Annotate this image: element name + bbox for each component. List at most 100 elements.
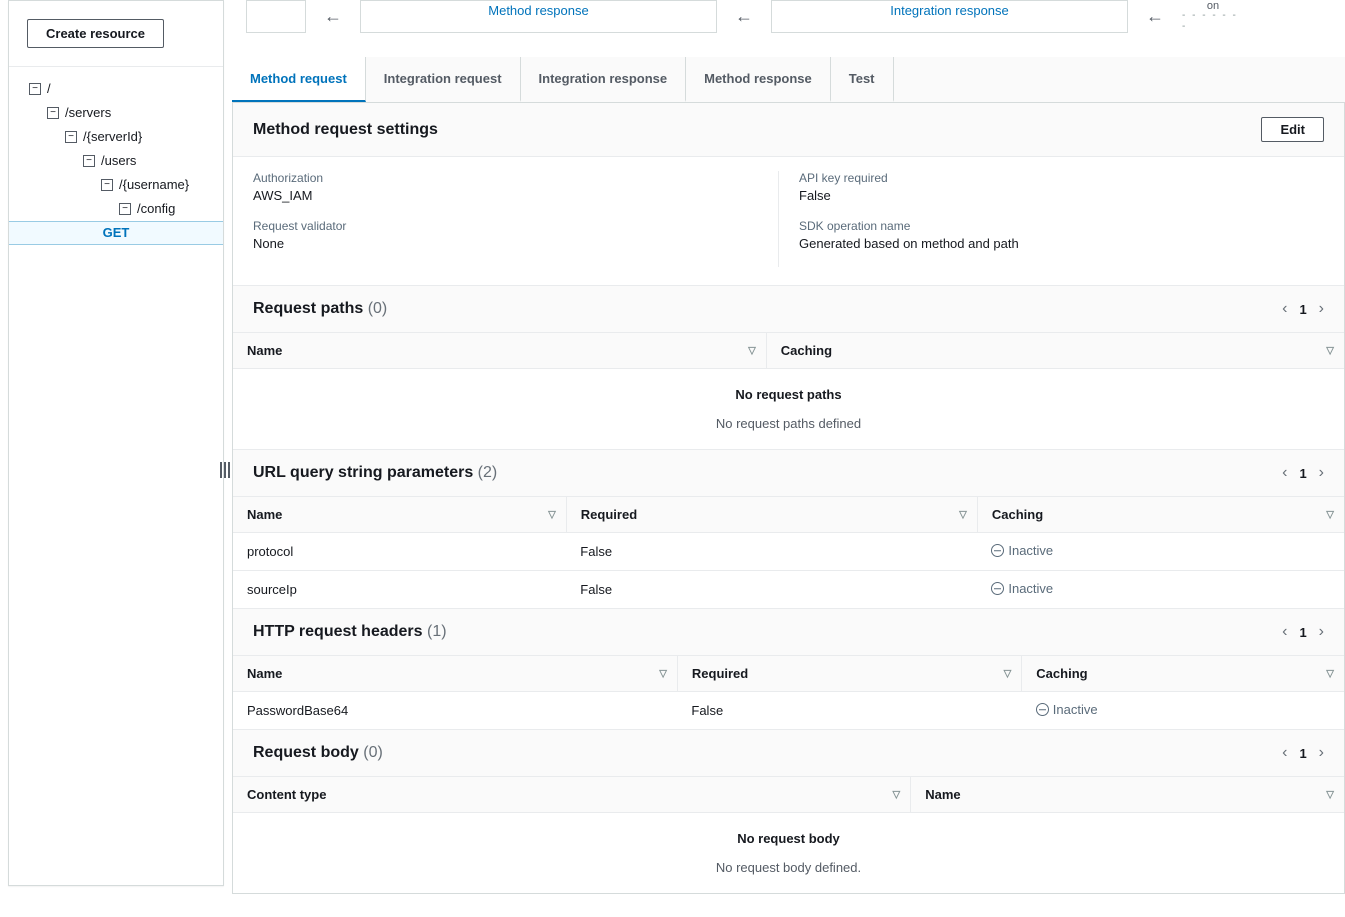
col-caching[interactable]: Caching▽ [766,333,1344,369]
sort-icon: ▽ [1004,668,1012,679]
resource-tree: −/−/servers−/{serverId}−/users−/{usernam… [9,67,223,245]
tree-label: /users [101,149,136,173]
prev-page-icon[interactable]: ‹ [1282,300,1287,318]
tab-method-response[interactable]: Method response [686,57,831,102]
inactive-icon [1036,703,1049,716]
tab-integration-response[interactable]: Integration response [521,57,687,102]
request-body-table: Content type▽ Name▽ [233,777,1344,813]
cell-caching: Inactive [977,571,1344,609]
request-body-title: Request body [253,744,359,761]
tree-label: /{serverId} [83,125,142,149]
col-name[interactable]: Name▽ [233,497,566,533]
table-row: protocolFalseInactive [233,533,1344,571]
table-row: sourceIpFalseInactive [233,571,1344,609]
next-page-icon[interactable]: › [1319,464,1324,482]
collapse-icon[interactable]: − [119,203,131,215]
method-tabs: Method requestIntegration requestIntegra… [232,57,1345,103]
col-required[interactable]: Required▽ [566,497,977,533]
prev-page-icon[interactable]: ‹ [1282,464,1287,482]
sort-icon: ▽ [748,345,756,356]
flow-card-method-response[interactable]: Method response [360,0,717,33]
col-required[interactable]: Required▽ [677,656,1021,692]
section-header-query-params: URL query string parameters (2) ‹ 1 › [233,449,1344,497]
sort-icon: ▽ [1326,668,1334,679]
resource-tree-sidebar: Create resource −/−/servers−/{serverId}−… [8,0,224,886]
tab-test[interactable]: Test [831,57,894,102]
cell-required: False [677,692,1021,730]
col-name[interactable]: Name▽ [911,777,1344,813]
pager: ‹ 1 › [1282,744,1324,762]
arrow-left-icon: ← [1128,0,1182,33]
status-inactive: Inactive [991,581,1053,596]
edit-settings-button[interactable]: Edit [1261,117,1324,142]
sort-icon: ▽ [959,509,967,520]
sort-icon: ▽ [893,789,901,800]
query-params-title: URL query string parameters [253,464,473,481]
tree-node[interactable]: −/users [9,149,223,173]
apikey-value: False [799,188,1324,203]
request-paths-table: Name▽ Caching▽ [233,333,1344,369]
section-header-request-body: Request body (0) ‹ 1 › [233,729,1344,777]
cell-required: False [566,571,977,609]
tree-node[interactable]: −/{serverId} [9,125,223,149]
split-drag-handle[interactable] [220,462,230,478]
authorization-value: AWS_IAM [253,188,778,203]
collapse-icon[interactable]: − [29,83,41,95]
tree-node[interactable]: −/ [9,77,223,101]
sort-icon: ▽ [1326,789,1334,800]
request-paths-count: (0) [368,300,388,317]
empty-subtitle: No request paths defined [233,416,1344,431]
empty-title: No request body [233,831,1344,846]
pager: ‹ 1 › [1282,464,1324,482]
tree-label: /servers [65,101,111,125]
arrow-left-icon: ← [306,0,360,33]
next-page-icon[interactable]: › [1319,744,1324,762]
sort-icon: ▽ [1326,345,1334,356]
status-inactive: Inactive [991,543,1053,558]
method-request-panel: Method request settings Edit Authorizati… [232,103,1345,894]
page-number: 1 [1299,466,1306,481]
tree-label: /{username} [119,173,189,197]
col-caching[interactable]: Caching▽ [1022,656,1344,692]
sort-icon: ▽ [548,509,556,520]
sort-icon: ▽ [659,668,667,679]
request-body-count: (0) [363,744,383,761]
collapse-icon[interactable]: − [101,179,113,191]
flow-card-endpoint: on - - - - - - - [1182,0,1244,33]
tree-method-get[interactable]: GET [9,221,223,245]
next-page-icon[interactable]: › [1319,623,1324,641]
section-header-settings: Method request settings Edit [233,103,1344,157]
method-flow-cards: ← Method response ← Integration response… [232,0,1345,33]
collapse-icon[interactable]: − [47,107,59,119]
pager: ‹ 1 › [1282,300,1324,318]
page-number: 1 [1299,625,1306,640]
tree-label: / [47,77,51,101]
request-paths-title: Request paths [253,300,363,317]
inactive-icon [991,582,1004,595]
status-inactive: Inactive [1036,702,1098,717]
field-label: Authorization [253,171,778,185]
cell-required: False [566,533,977,571]
field-label: SDK operation name [799,219,1324,233]
col-caching[interactable]: Caching▽ [977,497,1344,533]
tree-label: GET [103,221,130,245]
tree-node[interactable]: −/servers [9,101,223,125]
col-content-type[interactable]: Content type▽ [233,777,911,813]
tree-node[interactable]: −/{username} [9,173,223,197]
create-resource-button[interactable]: Create resource [27,19,164,48]
page-number: 1 [1299,302,1306,317]
tab-integration-request[interactable]: Integration request [366,57,521,102]
flow-card-blank [246,0,306,33]
tree-node[interactable]: −/config [9,197,223,221]
flow-card-integration-response[interactable]: Integration response [771,0,1128,33]
prev-page-icon[interactable]: ‹ [1282,744,1287,762]
col-name[interactable]: Name▽ [233,656,677,692]
tab-method-request[interactable]: Method request [232,57,366,102]
next-page-icon[interactable]: › [1319,300,1324,318]
collapse-icon[interactable]: − [65,131,77,143]
prev-page-icon[interactable]: ‹ [1282,623,1287,641]
empty-state: No request body No request body defined. [233,813,1344,893]
col-name[interactable]: Name▽ [233,333,766,369]
collapse-icon[interactable]: − [83,155,95,167]
table-row: PasswordBase64FalseInactive [233,692,1344,730]
